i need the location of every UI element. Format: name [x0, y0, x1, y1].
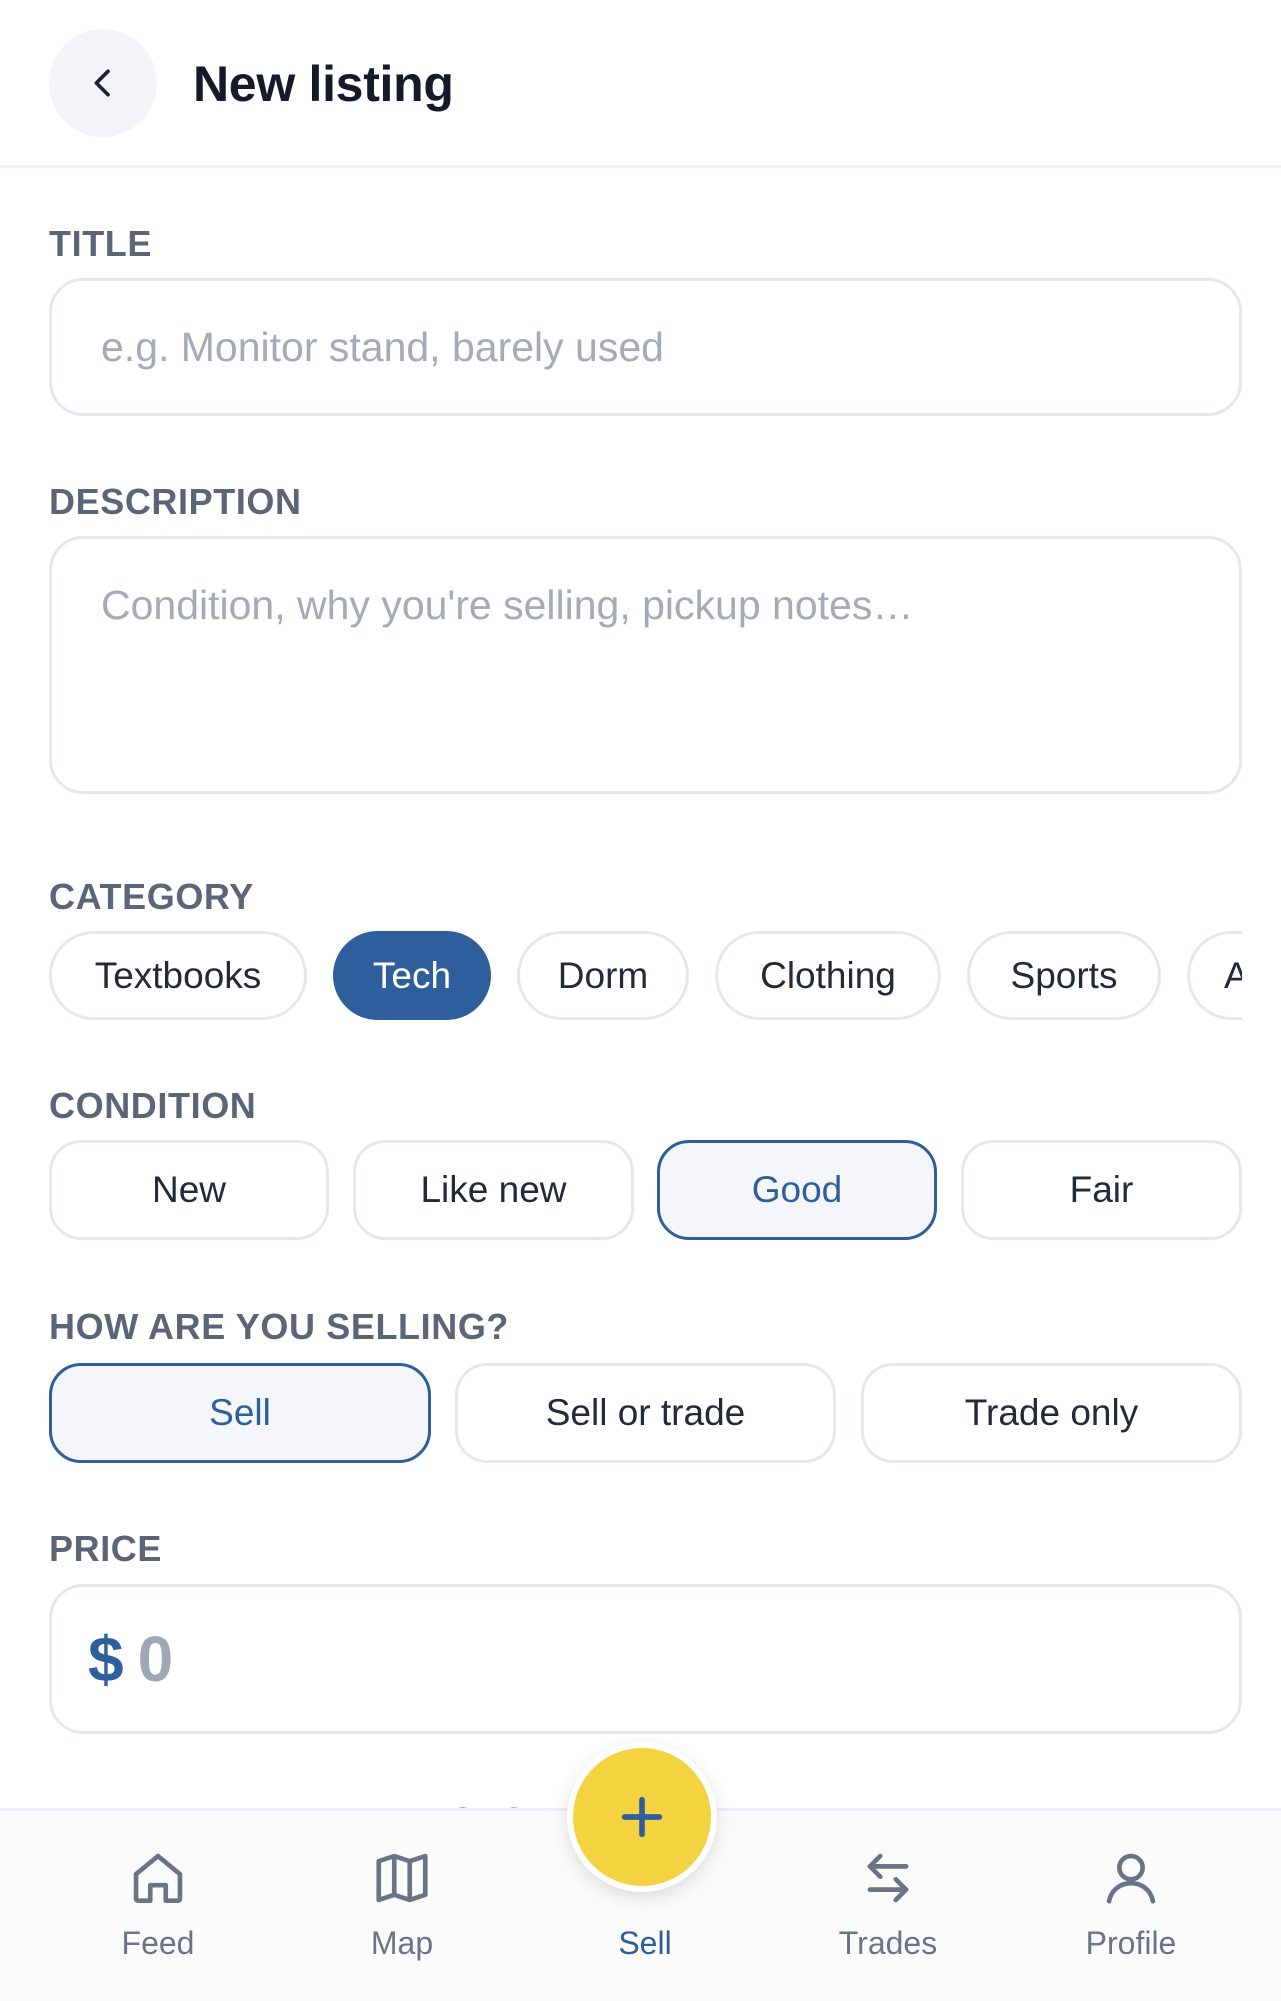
- title-input[interactable]: [49, 278, 1242, 416]
- currency-symbol: $: [88, 1623, 124, 1695]
- selling-mode-trade-only[interactable]: Trade only: [861, 1363, 1242, 1463]
- description-label: DESCRIPTION: [49, 481, 302, 522]
- nav-label-map: Map: [370, 1925, 434, 1961]
- category-chip-textbooks[interactable]: Textbooks: [49, 931, 307, 1020]
- swap-arrows-icon: [867, 1853, 909, 1903]
- price-label: PRICE: [49, 1528, 163, 1569]
- category-chip-partial[interactable]: A: [1187, 931, 1242, 1020]
- home-icon: [133, 1853, 183, 1904]
- chevron-left-icon: [94, 69, 110, 97]
- condition-label: CONDITION: [49, 1085, 257, 1126]
- condition-option-like-new[interactable]: Like new: [353, 1140, 634, 1240]
- nav-label-feed: Feed: [121, 1925, 195, 1961]
- category-chip-clothing[interactable]: Clothing: [715, 931, 941, 1020]
- nav-item-profile[interactable]: Profile: [1051, 1841, 1211, 1991]
- title-label: TITLE: [49, 223, 152, 264]
- category-chip-tech[interactable]: Tech: [333, 931, 491, 1020]
- price-field[interactable]: $: [49, 1584, 1242, 1734]
- sell-fab-button[interactable]: [567, 1742, 717, 1892]
- plus-icon: [621, 1796, 663, 1838]
- nav-item-feed[interactable]: Feed: [78, 1841, 238, 1991]
- category-chip-sports[interactable]: Sports: [967, 931, 1161, 1020]
- category-chip-row[interactable]: Textbooks Tech Dorm Clothing Sports A: [49, 931, 1242, 1021]
- selling-mode-sell[interactable]: Sell: [49, 1363, 431, 1463]
- price-input[interactable]: [137, 1622, 1038, 1696]
- nav-label-sell: Sell: [618, 1925, 672, 1961]
- condition-option-fair[interactable]: Fair: [961, 1140, 1242, 1240]
- page-title: New listing: [193, 56, 454, 112]
- condition-option-good[interactable]: Good: [657, 1140, 937, 1240]
- description-input[interactable]: [49, 536, 1242, 794]
- map-icon: [376, 1853, 428, 1903]
- selling-mode-label: HOW ARE YOU SELLING?: [49, 1306, 510, 1347]
- nav-label-profile: Profile: [1085, 1925, 1177, 1961]
- app-header: New listing: [0, 0, 1281, 168]
- category-chip-dorm[interactable]: Dorm: [517, 931, 689, 1020]
- nav-item-map[interactable]: Map: [322, 1841, 482, 1991]
- nav-item-trades[interactable]: Trades: [808, 1841, 968, 1991]
- nav-label-trades: Trades: [838, 1925, 938, 1961]
- category-label: CATEGORY: [49, 876, 254, 917]
- condition-option-new[interactable]: New: [49, 1140, 329, 1240]
- back-button[interactable]: [49, 29, 157, 137]
- selling-mode-sell-or-trade[interactable]: Sell or trade: [455, 1363, 836, 1463]
- user-icon: [1106, 1853, 1156, 1904]
